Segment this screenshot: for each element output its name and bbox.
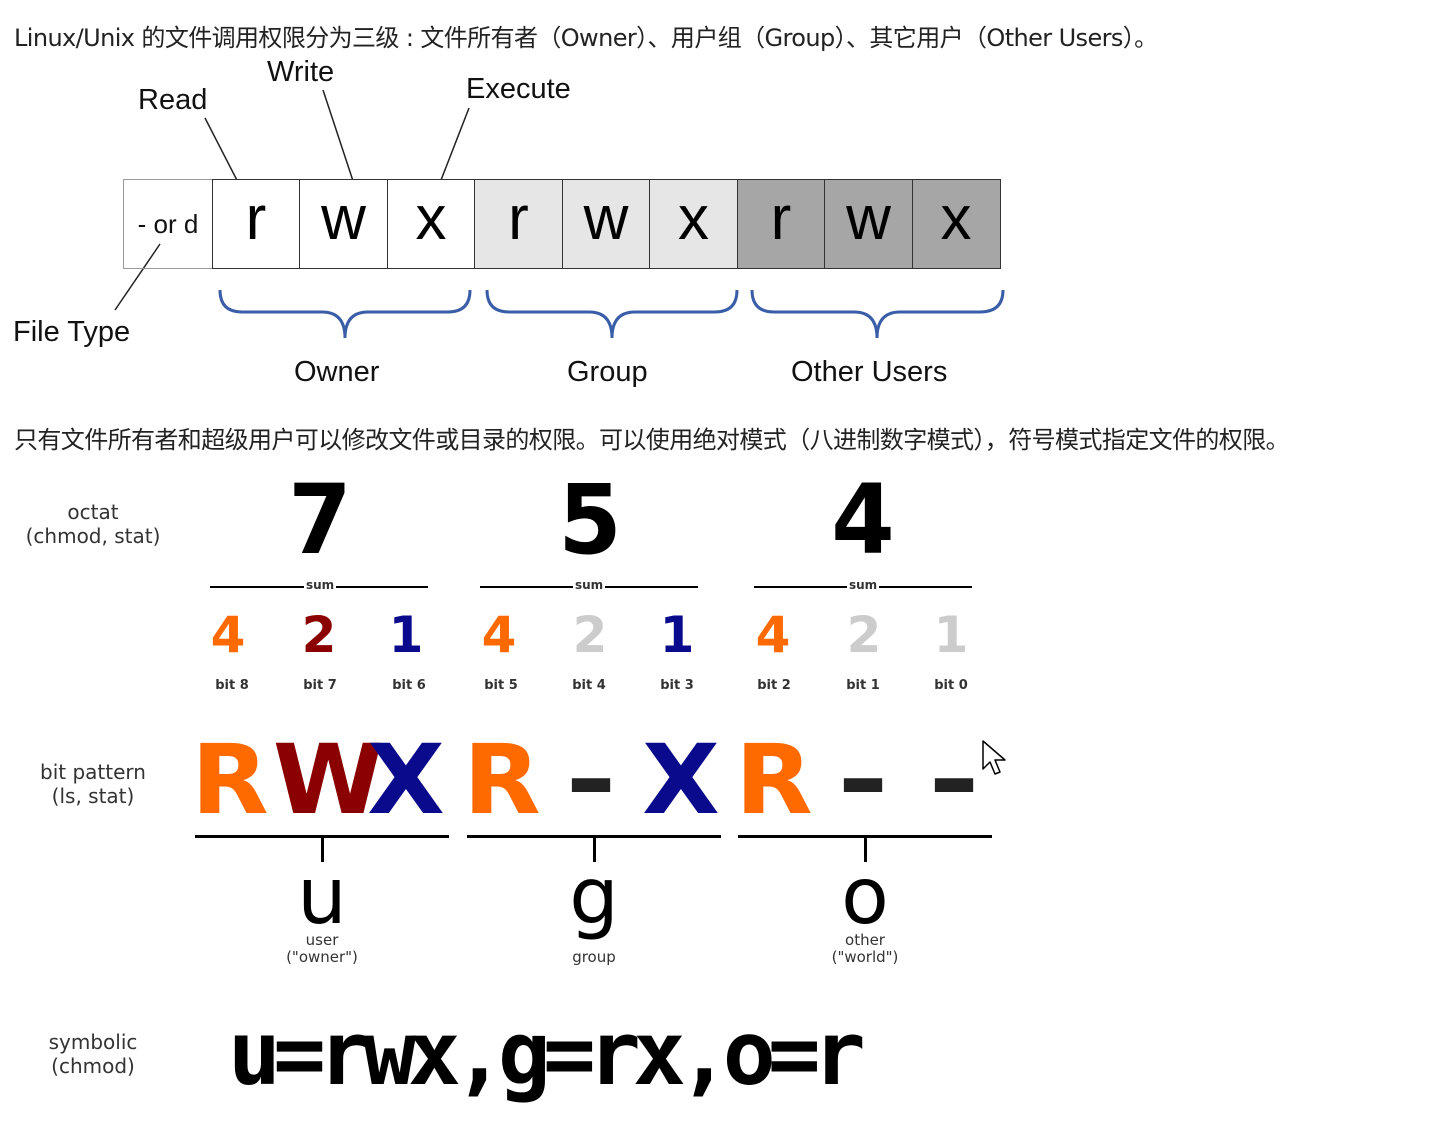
class-caption-other-line1: other <box>845 931 885 949</box>
bit-pattern-char: W <box>272 724 384 836</box>
symbolic-side-label-line2: (chmod) <box>51 1054 135 1078</box>
class-caption-other: other ("world") <box>795 932 935 966</box>
symbolic-side-label: symbolic (chmod) <box>0 1030 186 1078</box>
class-caption-other-line2: ("world") <box>831 948 899 966</box>
execute-label: Execute <box>466 73 571 105</box>
bit-index-label: bit 0 <box>934 678 968 693</box>
bit-pattern-char: - <box>565 724 617 836</box>
file-type-cell: - or d <box>123 179 213 269</box>
class-letter-group: g <box>569 852 619 942</box>
bit-pattern-char: X <box>642 724 720 836</box>
group-write-cell: w <box>561 179 651 269</box>
bit-pattern-side-label: bit pattern (ls, stat) <box>0 760 186 808</box>
bit-index-label: bit 1 <box>846 678 880 693</box>
bit-index-label: bit 2 <box>757 678 791 693</box>
intro-paragraph: Linux/Unix 的文件调用权限分为三级 : 文件所有者（Owner）、用户… <box>14 24 1158 52</box>
octal-side-label: octat (chmod, stat) <box>0 500 186 548</box>
write-label: Write <box>267 56 335 88</box>
permission-cells: - or d r w x r w x r w x <box>123 179 1001 269</box>
read-label: Read <box>138 84 208 116</box>
octal-digit-group: 5 <box>558 464 622 576</box>
bit-index-label: bit 6 <box>392 678 426 693</box>
octal-side-label-line1: octat <box>67 500 119 524</box>
bit-weight-digit: 2 <box>301 606 337 664</box>
sum-label-owner: sum <box>304 578 337 592</box>
bit-pattern-char: X <box>367 724 445 836</box>
symbolic-mode-string: u=rwx,g=rx,o=r <box>228 1002 866 1105</box>
group-read-cell: r <box>474 179 563 269</box>
class-letter-user: u <box>297 852 347 942</box>
bit-pattern-char: R <box>191 724 269 836</box>
octal-digit-other: 4 <box>831 464 895 576</box>
class-caption-user-line2: ("owner") <box>286 948 358 966</box>
other-read-cell: r <box>736 179 826 269</box>
bit-weight-digit: 1 <box>659 606 695 664</box>
other-group-label: Other Users <box>791 356 948 388</box>
class-letter-other: o <box>841 852 889 942</box>
bit-index-label: bit 5 <box>484 678 518 693</box>
mouse-pointer-icon <box>982 740 1006 775</box>
group-group-label: Group <box>567 356 648 388</box>
owner-write-cell: w <box>299 179 388 269</box>
other-write-cell: w <box>824 179 913 269</box>
class-caption-group: group <box>524 949 664 966</box>
class-caption-user: user ("owner") <box>252 932 392 966</box>
bit-pattern-side-label-line1: bit pattern <box>40 760 146 784</box>
bit-weight-digit: 1 <box>388 606 424 664</box>
bit-weight-digit: 4 <box>755 606 791 664</box>
other-execute-cell: x <box>911 179 1001 269</box>
bit-weight-digit: 2 <box>572 606 608 664</box>
sum-label-group: sum <box>573 578 606 592</box>
bit-weight-digit: 1 <box>933 606 969 664</box>
file-type-label: File Type <box>13 316 131 348</box>
owner-read-cell: r <box>211 179 301 269</box>
class-caption-user-line1: user <box>305 931 339 949</box>
symbolic-side-label-line1: symbolic <box>48 1030 138 1054</box>
bit-pattern-side-label-line2: (ls, stat) <box>51 784 135 808</box>
second-paragraph: 只有文件所有者和超级用户可以修改文件或目录的权限。可以使用绝对模式（八进制数字模… <box>14 426 1290 454</box>
octal-permission-diagram: octat (chmod, stat) bit pattern (ls, sta… <box>0 460 1449 1130</box>
sum-label-other: sum <box>847 578 880 592</box>
owner-execute-cell: x <box>386 179 476 269</box>
bit-weight-digit: 4 <box>210 606 246 664</box>
bit-index-label: bit 8 <box>215 678 249 693</box>
bit-index-label: bit 3 <box>660 678 694 693</box>
permission-string-diagram: Read Write Execute File Type - or d r w … <box>0 50 1030 400</box>
bit-index-label: bit 4 <box>572 678 606 693</box>
bit-weight-digit: 2 <box>846 606 882 664</box>
group-execute-cell: x <box>649 179 738 269</box>
owner-group-label: Owner <box>294 356 380 388</box>
bit-weight-digit: 4 <box>481 606 517 664</box>
octal-digit-owner: 7 <box>288 464 352 576</box>
bit-index-label: bit 7 <box>303 678 337 693</box>
octal-side-label-line2: (chmod, stat) <box>25 524 161 548</box>
class-caption-group-line1: group <box>572 948 616 966</box>
